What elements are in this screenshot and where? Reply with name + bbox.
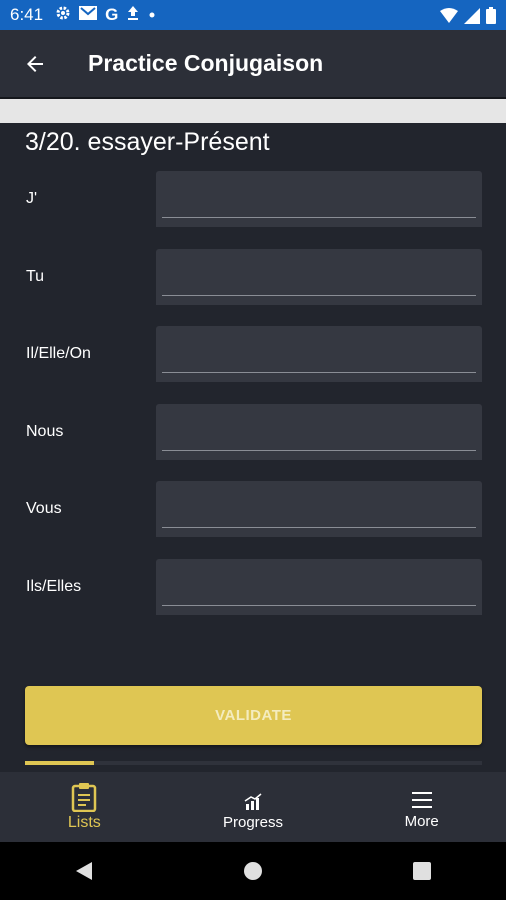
progress-bar [25, 761, 482, 765]
notification-icons: G [55, 5, 156, 26]
nav-item-lists[interactable]: Lists [0, 772, 169, 842]
triangle-back-icon [76, 862, 93, 880]
divider-strip [0, 99, 506, 123]
input-underline [162, 605, 476, 606]
gmail-icon [79, 5, 98, 25]
back-button[interactable] [20, 49, 50, 79]
pronoun-label: Il/Elle/On [26, 345, 91, 362]
conjugation-row: Vous [0, 481, 506, 537]
gear-icon [55, 5, 71, 26]
nav-label: Progress [222, 813, 284, 831]
conjugation-input[interactable] [164, 569, 474, 601]
conjugation-input-field[interactable] [156, 559, 482, 615]
system-status-icons [440, 7, 496, 29]
conjugation-input-field[interactable] [156, 171, 482, 227]
nav-label: Lists [67, 814, 101, 831]
conjugation-row: J' [0, 171, 506, 227]
app-title: Practice Conjugaison [88, 50, 324, 76]
pronoun-label: Ils/Elles [26, 578, 82, 595]
battery-icon [486, 7, 496, 29]
conjugation-input-field[interactable] [156, 326, 482, 382]
progress-fill [25, 761, 94, 765]
question-title: 3/20. essayer-Présent [25, 128, 270, 156]
conjugation-input[interactable] [164, 259, 474, 291]
status-bar: 6:41 G [0, 0, 506, 30]
menu-icon [411, 791, 432, 808]
pronoun-label: J' [26, 190, 38, 207]
wifi-icon [440, 7, 458, 29]
system-home-button[interactable] [233, 851, 273, 891]
bottom-nav: Lists Progress More [0, 772, 506, 842]
dot-icon [148, 6, 156, 24]
conjugation-row: Nous [0, 404, 506, 460]
conjugation-input[interactable] [164, 414, 474, 446]
conjugation-input-field[interactable] [156, 481, 482, 537]
pronoun-label: Vous [26, 500, 62, 517]
system-recents-button[interactable] [402, 851, 442, 891]
input-underline [162, 217, 476, 218]
conjugation-row: Tu [0, 249, 506, 305]
signal-icon [464, 7, 480, 29]
pronoun-label: Nous [26, 423, 64, 440]
upload-icon [126, 5, 140, 26]
app-bar: Practice Conjugaison [0, 30, 506, 99]
conjugation-input[interactable] [164, 181, 474, 213]
conjugation-row: Il/Elle/On [0, 326, 506, 382]
system-back-button[interactable] [64, 851, 104, 891]
google-icon: G [105, 5, 119, 24]
conjugation-input[interactable] [164, 491, 474, 523]
chart-icon [244, 792, 262, 810]
square-recents-icon [412, 862, 431, 880]
input-underline [162, 527, 476, 528]
status-time: 6:41 [10, 5, 44, 24]
circle-home-icon [243, 862, 262, 880]
conjugation-row: Ils/Elles [0, 559, 506, 615]
arrow-back-icon [27, 55, 43, 72]
nav-item-progress[interactable]: Progress [169, 772, 338, 842]
clipboard-icon [72, 783, 97, 812]
conjugation-input-field[interactable] [156, 404, 482, 460]
input-underline [162, 450, 476, 451]
input-underline [162, 372, 476, 373]
nav-label: More [404, 812, 439, 830]
conjugation-input[interactable] [164, 336, 474, 368]
conjugation-input-field[interactable] [156, 249, 482, 305]
input-underline [162, 295, 476, 296]
nav-item-more[interactable]: More [337, 772, 506, 842]
validate-button[interactable]: VALIDATE [25, 686, 482, 745]
pronoun-label: Tu [26, 268, 45, 285]
system-nav-bar [0, 842, 506, 900]
